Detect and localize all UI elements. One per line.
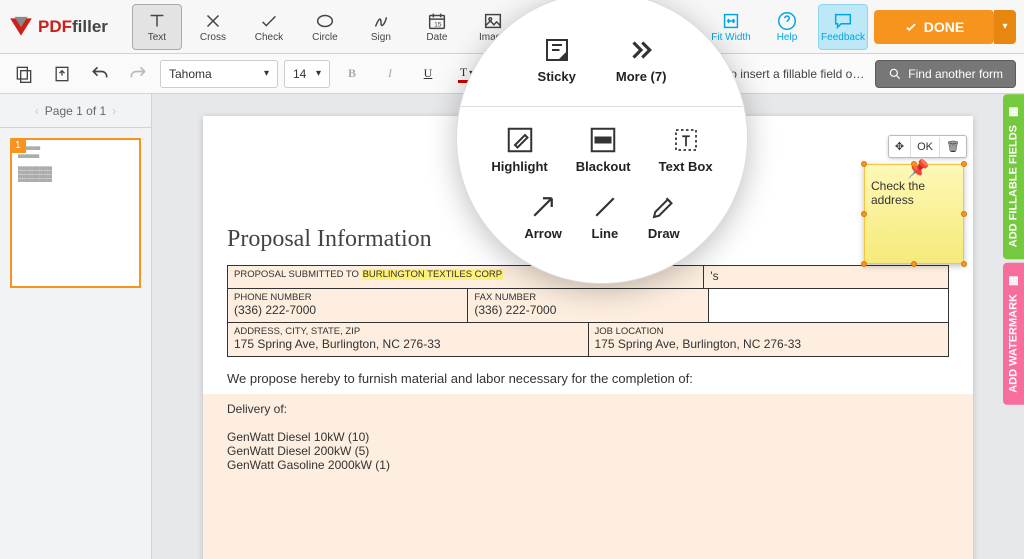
more-tools-popover: Sticky More (7) Highlight Blackout Text … [456, 0, 748, 284]
joblocation-value: 175 Spring Ave, Burlington, NC 276-33 [595, 337, 943, 351]
pages-panel-toggle[interactable] [8, 59, 40, 89]
tool-help[interactable]: Help [762, 4, 812, 50]
delivery-block: Delivery of: GenWatt Diesel 10kW (10) Ge… [203, 394, 973, 559]
add-fillable-fields-tab[interactable]: ADD FILLABLE FIELDS ▦ [1003, 94, 1024, 259]
page-label: Page 1 of 1 [45, 104, 106, 118]
add-watermark-tab[interactable]: ADD WATERMARK ▦ [1003, 263, 1024, 405]
sticky-move-icon[interactable]: ✥ [889, 136, 911, 157]
bold-button[interactable]: B [336, 59, 368, 89]
sticky-toolbar: ✥ OK 🗑 [888, 135, 967, 158]
thumbnail-sidebar: ‹ Page 1 of 1 › 1 ███ ██████████████████… [0, 94, 152, 559]
done-button[interactable]: DONE [874, 10, 994, 44]
tool-more[interactable]: More (7) [616, 35, 667, 84]
app-logo: PDFfiller [8, 14, 108, 40]
export-icon[interactable] [46, 59, 78, 89]
page-pager: ‹ Page 1 of 1 › [0, 94, 151, 128]
undo-button[interactable] [84, 59, 116, 89]
tool-feedback[interactable]: Feedback [818, 4, 868, 50]
sticky-delete-icon[interactable]: 🗑 [940, 136, 966, 157]
thumb-page-number: 1 [10, 138, 26, 153]
svg-text:15: 15 [434, 22, 442, 29]
proposal-narrative: We propose hereby to furnish material an… [227, 371, 949, 386]
prev-page-icon[interactable]: ‹ [35, 104, 39, 118]
tool-circle[interactable]: Circle [300, 4, 350, 50]
address-value: 175 Spring Ave, Burlington, NC 276-33 [234, 337, 582, 351]
tool-textbox[interactable]: Text Box [659, 125, 713, 174]
tool-highlight[interactable]: Highlight [491, 125, 547, 174]
font-family-select[interactable]: Tahoma▾ [160, 60, 278, 88]
underline-button[interactable]: U [412, 59, 444, 89]
tool-draw[interactable]: Draw [648, 192, 680, 241]
tool-sign[interactable]: Sign [356, 4, 406, 50]
fax-value: (336) 222-7000 [474, 303, 701, 317]
tool-cross[interactable]: Cross [188, 4, 238, 50]
sticky-note[interactable]: ✥ OK 🗑 📌 Check the address [864, 164, 964, 264]
font-size-select[interactable]: 14▾ [284, 60, 330, 88]
tool-arrow[interactable]: Arrow [524, 192, 562, 241]
tool-blackout[interactable]: Blackout [576, 125, 631, 174]
done-dropdown[interactable]: ▾ [994, 10, 1016, 44]
tool-text[interactable]: Text [132, 4, 182, 50]
sticky-ok-button[interactable]: OK [911, 137, 940, 157]
fillable-hint-text: To insert a fillable field on this form,… [714, 67, 869, 81]
tool-line[interactable]: Line [590, 192, 620, 241]
redo-button[interactable] [122, 59, 154, 89]
page-thumbnail[interactable]: 1 ███ ██████████████████████████████████… [10, 138, 141, 288]
tool-fit-width[interactable]: Fit Width [706, 4, 756, 50]
find-another-form-button[interactable]: Find another form [875, 60, 1016, 88]
tool-check[interactable]: Check [244, 4, 294, 50]
tool-date[interactable]: 15 Date [412, 4, 462, 50]
next-page-icon[interactable]: › [112, 104, 116, 118]
highlighted-field[interactable]: Burlington Textiles Corp [362, 269, 504, 280]
italic-button[interactable]: I [374, 59, 406, 89]
phone-value: (336) 222-7000 [234, 303, 461, 317]
tool-sticky[interactable]: Sticky [538, 35, 576, 84]
